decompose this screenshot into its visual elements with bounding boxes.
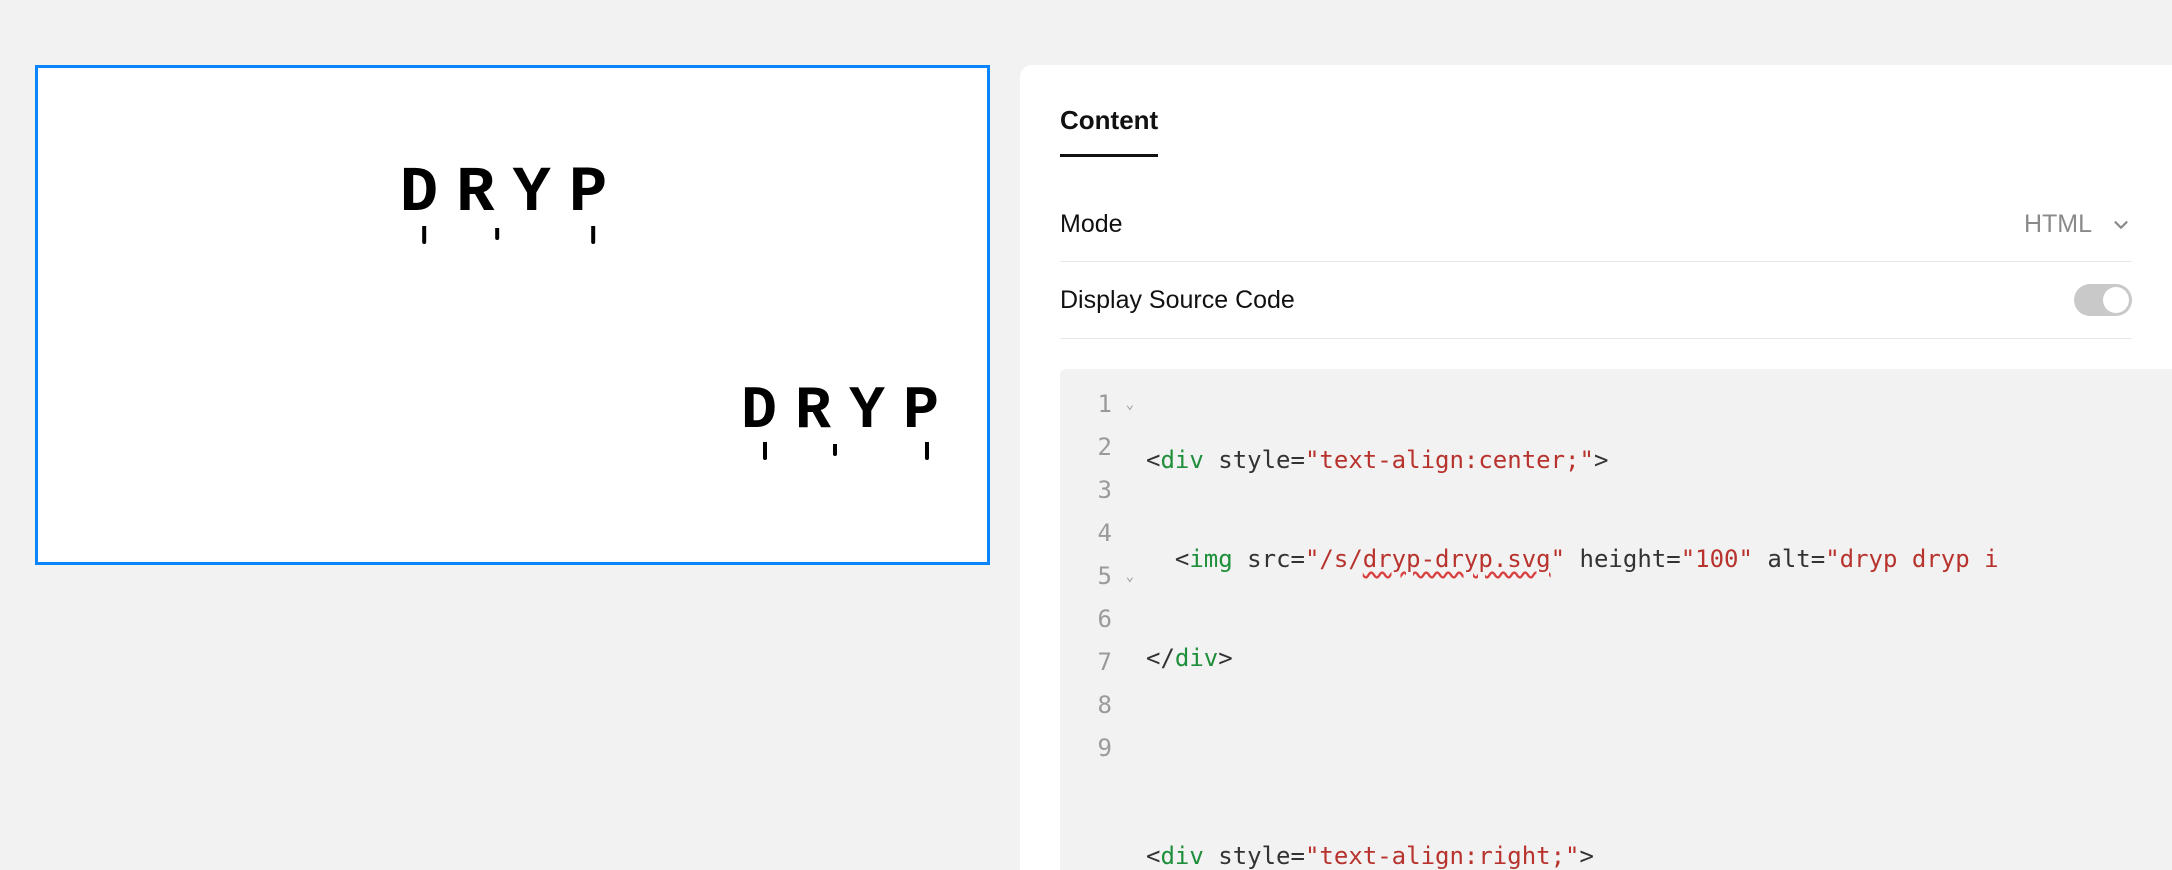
gutter: 1⌄ 2 3 4 5⌄ 6 7 8 9 xyxy=(1060,369,1118,870)
toggle-knob xyxy=(2103,287,2129,313)
app-root: DRYP DRYP Content Mode HTML Display Sour… xyxy=(0,0,2172,870)
code-line-3: </div> xyxy=(1146,637,2172,680)
mode-label: Mode xyxy=(1060,210,1123,239)
gutter-line-7: 7 xyxy=(1060,641,1118,684)
content-panel: Content Mode HTML Display Source Code 1⌄ xyxy=(1020,65,2172,870)
code-area[interactable]: <div style="text-align:center;"> <img sr… xyxy=(1118,369,2172,870)
gutter-line-9: 9 xyxy=(1060,727,1118,770)
code-line-4 xyxy=(1146,736,2172,779)
preview-pane[interactable]: DRYP DRYP xyxy=(35,65,990,565)
preview-inner: DRYP DRYP xyxy=(38,68,987,562)
code-line-2: <img src="/s/dryp-dryp.svg" height="100"… xyxy=(1146,538,2172,581)
preview-text-right: DRYP xyxy=(741,378,957,446)
mode-select[interactable]: HTML xyxy=(2024,210,2132,239)
tab-content[interactable]: Content xyxy=(1060,105,1158,157)
gutter-line-4: 4 xyxy=(1060,512,1118,555)
setting-row-mode: Mode HTML xyxy=(1060,188,2132,262)
gutter-line-8: 8 xyxy=(1060,684,1118,727)
preview-text-center: DRYP xyxy=(400,158,626,230)
gutter-line-2: 2 xyxy=(1060,426,1118,469)
display-source-toggle[interactable] xyxy=(2074,284,2132,316)
gutter-line-6: 6 xyxy=(1060,598,1118,641)
setting-row-display-source: Display Source Code xyxy=(1060,262,2132,339)
settings-group: Mode HTML Display Source Code xyxy=(1020,188,2172,339)
mode-value: HTML xyxy=(2024,210,2092,239)
gutter-line-1: 1⌄ xyxy=(1060,383,1118,426)
chevron-down-icon xyxy=(2110,214,2132,236)
code-line-1: <div style="text-align:center;"> xyxy=(1146,439,2172,482)
gutter-line-3: 3 xyxy=(1060,469,1118,512)
panel-header: Content xyxy=(1020,105,2172,158)
gutter-line-5: 5⌄ xyxy=(1060,555,1118,598)
code-editor[interactable]: 1⌄ 2 3 4 5⌄ 6 7 8 9 <div style="text-ali… xyxy=(1060,369,2172,870)
display-source-label: Display Source Code xyxy=(1060,286,1295,315)
tabs: Content xyxy=(1060,105,2132,158)
code-line-5: <div style="text-align:right;"> xyxy=(1146,835,2172,870)
